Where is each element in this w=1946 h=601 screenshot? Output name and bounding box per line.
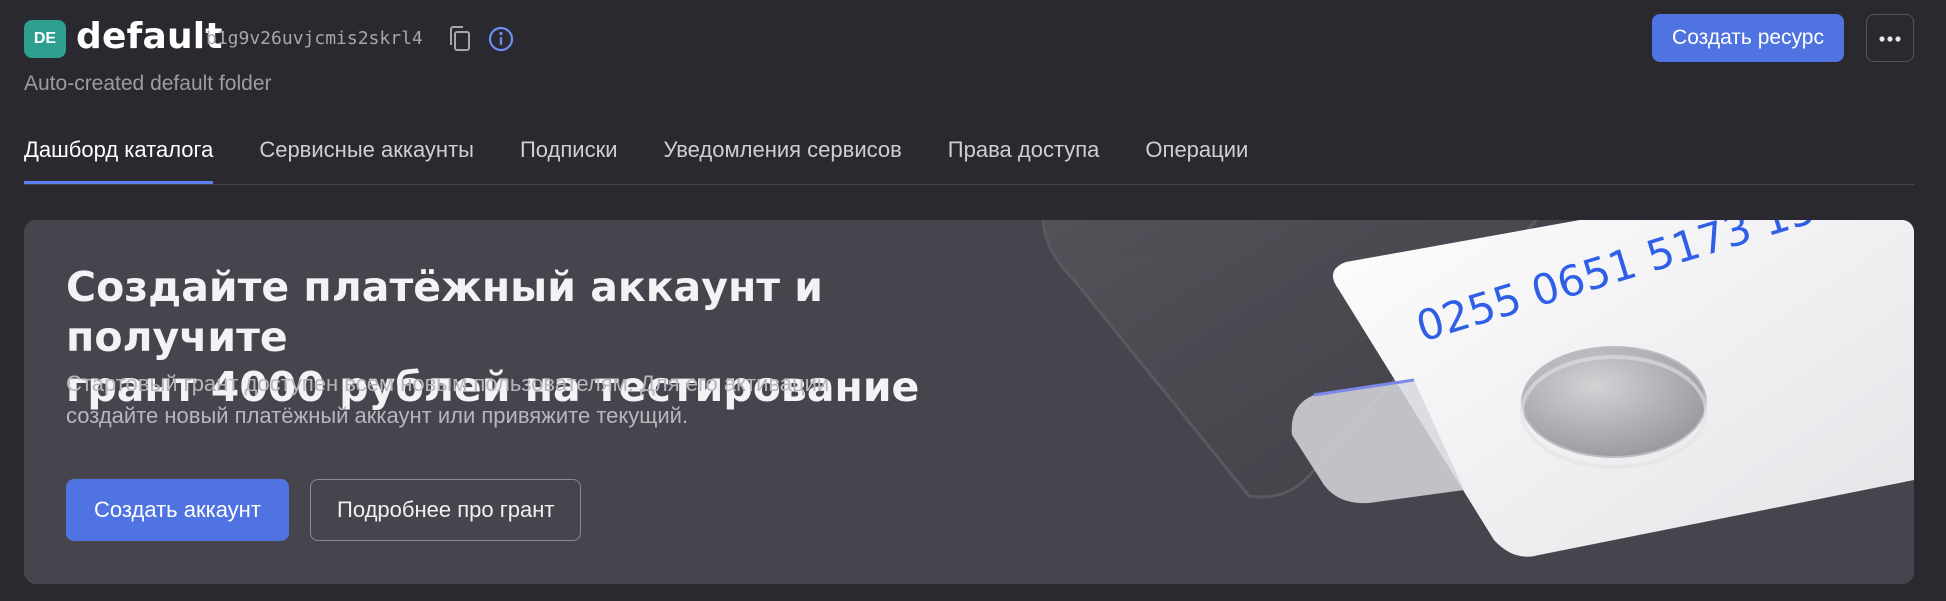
billing-promo-banner: 0255 0651 5173 1587 Создайте платёжный а… bbox=[24, 220, 1914, 584]
grant-details-button[interactable]: Подробнее про грант bbox=[310, 479, 582, 541]
copy-icon[interactable] bbox=[446, 24, 474, 54]
create-account-button[interactable]: Создать аккаунт bbox=[66, 479, 289, 541]
folder-description: Auto-created default folder bbox=[24, 72, 272, 95]
tab-service-accounts[interactable]: Сервисные аккаунты bbox=[259, 128, 474, 184]
credit-card-illustration: 0255 0651 5173 1587 bbox=[1041, 220, 1914, 557]
tab-subscriptions[interactable]: Подписки bbox=[520, 128, 618, 184]
banner-description-line-2: создайте новый платёжный аккаунт или при… bbox=[66, 403, 689, 428]
folder-header: DE default b1g9v26uvjcmis2skrl4 Auto-cre… bbox=[24, 14, 1914, 98]
tab-service-notifications[interactable]: Уведомления сервисов bbox=[664, 128, 902, 184]
tab-operations[interactable]: Операции bbox=[1145, 128, 1248, 184]
create-resource-button[interactable]: Создать ресурс bbox=[1652, 14, 1844, 62]
tab-bar: Дашборд каталога Сервисные аккаунты Подп… bbox=[24, 128, 1914, 185]
info-icon[interactable] bbox=[486, 24, 516, 54]
tab-catalog-dashboard[interactable]: Дашборд каталога bbox=[24, 128, 214, 184]
tab-access-rights[interactable]: Права доступа bbox=[948, 128, 1100, 184]
more-horizontal-icon bbox=[1878, 31, 1902, 46]
folder-title: default bbox=[76, 16, 223, 57]
folder-avatar: DE bbox=[24, 20, 66, 58]
banner-description: Стартовый грант доступен всем новым поль… bbox=[66, 368, 946, 432]
more-options-button[interactable] bbox=[1866, 14, 1914, 62]
banner-title-line-1: Создайте платёжный аккаунт и получите bbox=[66, 263, 824, 361]
folder-id: b1g9v26uvjcmis2skrl4 bbox=[206, 28, 423, 49]
banner-description-line-1: Стартовый грант доступен всем новым поль… bbox=[66, 371, 830, 396]
